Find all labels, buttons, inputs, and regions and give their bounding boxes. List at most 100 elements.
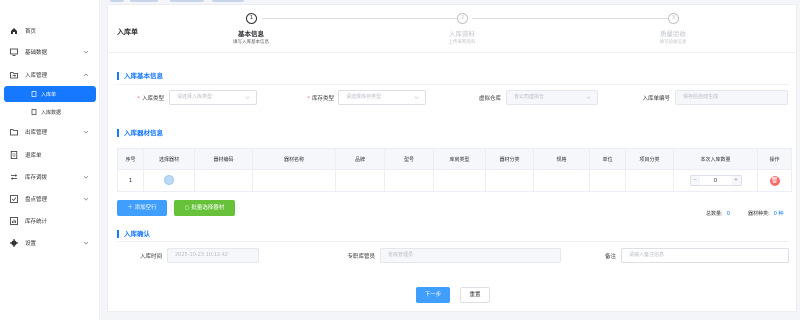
inbound-time-label: 入库时间 [139,254,162,260]
column-header: 器材编码 [194,148,253,170]
sidebar-item-label: 盘点管理 [25,197,48,203]
reset-button[interactable]: 重置 [460,287,490,303]
table-cell [384,169,434,192]
top-tab[interactable] [130,0,158,2]
chevron-down-icon [83,50,89,54]
keeper-field: 省级管理员 [380,248,561,263]
home-icon [10,27,18,35]
stock-type-select[interactable]: 请选择库存类型 [338,90,426,105]
table-cell [625,169,674,192]
step-2-title: 入库资料 [449,30,475,38]
sidebar-item-basic-data[interactable]: 基础数据 [0,44,100,60]
sidebar-item-transfer[interactable]: 库存调拨 [0,169,100,185]
chevron-down-icon [414,96,419,99]
warehouse-select: 省公司虚拟仓 [506,90,598,105]
sidebar-item-label: 入库管理 [25,73,48,79]
section-title-materials: 入库器材信息 [117,129,163,137]
table-row: 1 − 0 + 🗑 [117,169,792,192]
return-icon [10,151,18,159]
column-header: 单位 [589,148,626,170]
quantity-stepper: − 0 + [689,175,742,186]
total-quantity: 总数量: 0 [706,211,730,217]
quantity-cell: − 0 + [673,169,758,192]
sidebar-item-label: 基础数据 [25,50,48,56]
materials-table: 序号 选择器材 器材编码 器材名称 品牌 型号 库房类型 器材分类 规格 单位 … [117,148,792,192]
column-header: 项目分类 [625,148,674,170]
inbound-type-select[interactable]: 请选择入库类型 [169,90,257,105]
step-2-circle[interactable]: 2 [457,13,468,24]
keeper-label: 专职库管员 [347,254,375,260]
section-title-confirm: 入库确认 [117,230,150,238]
step-1-circle[interactable]: 1 [246,13,257,24]
inbound-type-label: * 入库类型 [137,96,164,102]
folder-in-icon [10,71,18,79]
divider [108,52,796,53]
step-connector [262,18,460,19]
sidebar-item-label: 首页 [25,29,37,35]
order-no-label: 入库单编号 [642,96,670,102]
chevron-down-icon [83,197,89,201]
column-header: 器材名称 [252,148,336,170]
add-row-button[interactable]: ＋ 添加空行 [117,200,167,216]
action-cell: 🗑 [757,169,792,192]
table-cell [485,169,534,192]
sidebar-item-label: 设置 [25,241,37,247]
step-3-circle[interactable]: 3 [668,13,679,24]
divider [117,84,789,85]
sidebar-item-inbound[interactable]: 入库管理 [0,67,100,83]
sidebar-item-inbound-data[interactable]: 入库数据 [4,104,96,120]
column-header: 序号 [117,148,144,170]
sidebar-item-settings[interactable]: 设置 [0,235,100,251]
quantity-input[interactable]: 0 [700,178,732,184]
column-header: 选择器材 [143,148,195,170]
main-card: 入库单 1 2 3 基本信息 入库资料 质量验收 填写入库基本信息 上传采购资料… [107,4,797,312]
monitor-icon [10,48,18,56]
top-tab[interactable] [110,0,124,2]
select-material-icon[interactable] [164,174,174,185]
top-tab[interactable] [212,0,244,2]
plus-icon: ＋ [127,205,135,211]
chevron-up-icon [83,73,89,77]
transfer-icon [10,173,18,181]
sidebar-item-label: 退库单 [25,153,42,159]
stats-icon [10,217,18,225]
table-header-row: 序号 选择器材 器材编码 器材名称 品牌 型号 库房类型 器材分类 规格 单位 … [117,148,792,170]
step-1-title: 基本信息 [238,30,264,38]
order-no-field: 保存后自动生成 [675,90,788,105]
sidebar-item-return[interactable]: 退库单 [0,147,100,163]
table-cell [335,169,385,192]
document-icon [31,91,37,97]
sidebar-item-inbound-order[interactable]: 入库单 [4,86,96,102]
folder-out-icon [10,128,18,136]
sidebar-item-stats[interactable]: 库存统计 [0,213,100,229]
page-title: 入库单 [117,28,138,36]
column-header: 库房类型 [433,148,486,170]
increment-button[interactable]: + [731,176,741,185]
sidebar-item-inventory[interactable]: 盘点管理 [0,191,100,207]
warehouse-label: 虚拟仓库 [478,96,501,102]
sidebar-item-label: 出库管理 [25,130,48,136]
batch-select-button[interactable]: ○ 批量选择器材 [174,200,235,216]
top-tab[interactable] [170,0,204,2]
sidebar-item-label: 入库数据 [41,109,62,116]
decrement-button[interactable]: − [690,176,700,185]
delete-icon[interactable]: 🗑 [769,175,780,186]
step-3-title: 质量验收 [660,30,686,38]
column-header: 本次入库数量 [673,148,758,170]
column-header: 规格 [533,148,590,170]
table-cell [433,169,486,192]
row-index: 1 [117,169,144,192]
chevron-down-icon [83,175,89,179]
inventory-icon [10,195,18,203]
next-button[interactable]: 下一步 [416,287,450,303]
remark-input[interactable]: 请输入备注信息 [621,248,789,263]
step-1-desc: 填写入库基本信息 [233,40,269,45]
sidebar: 首页 基础数据 入库管理 入库单 入库数据 出库管理 退库单 库存调拨 盘点管理 [0,0,100,320]
column-header: 操作 [757,148,792,170]
total-kinds: 器材种类: 0 种 [748,211,784,217]
step-2-desc: 上传采购资料 [448,40,476,45]
section-title-basic: 入库基本信息 [117,72,163,80]
sidebar-item-outbound[interactable]: 出库管理 [0,124,100,140]
sidebar-item-home[interactable]: 首页 [0,23,100,39]
column-header: 型号 [384,148,434,170]
